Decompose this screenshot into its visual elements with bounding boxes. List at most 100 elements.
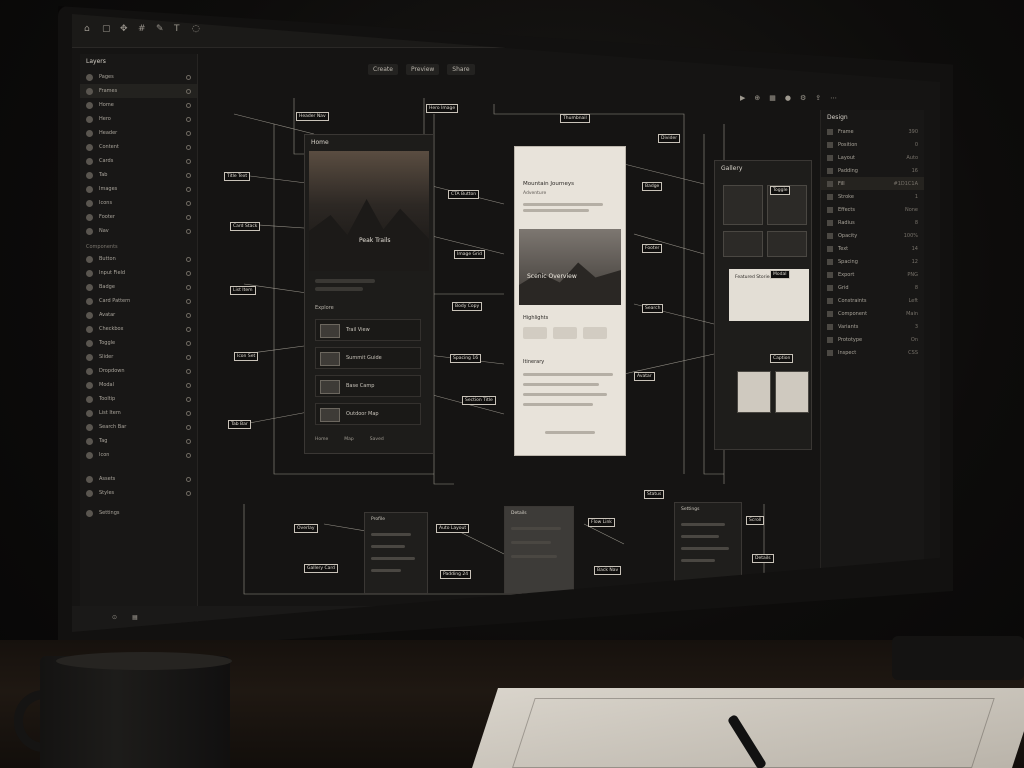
eye-icon[interactable] — [186, 354, 191, 360]
annotation[interactable]: Hero Image — [426, 104, 459, 113]
property-effects[interactable]: Effects None — [821, 203, 924, 216]
eye-icon[interactable] — [186, 200, 191, 206]
chip[interactable] — [553, 327, 577, 339]
nav-saved[interactable]: Saved — [370, 437, 384, 442]
sidebar-component-toggle[interactable]: Toggle — [80, 336, 197, 350]
property-grid[interactable]: Grid 8 — [821, 281, 924, 294]
property-padding[interactable]: Padding 16 — [821, 164, 924, 177]
property-value[interactable]: 3 — [915, 324, 918, 330]
eye-icon[interactable] — [186, 382, 191, 388]
sidebar-asset-assets[interactable]: Assets — [80, 472, 197, 486]
eye-icon[interactable] — [186, 452, 191, 458]
grid-toggle-icon[interactable]: ▦ — [132, 614, 138, 621]
annotation[interactable]: Body Copy — [452, 302, 483, 311]
sidebar-component-modal[interactable]: Modal — [80, 378, 197, 392]
text-tool-icon[interactable]: T — [174, 24, 184, 34]
eye-icon[interactable] — [186, 312, 191, 318]
list-item[interactable]: Outdoor Map — [315, 403, 421, 425]
sidebar-item-home[interactable]: Home — [80, 98, 197, 112]
frame-tool-icon[interactable]: # — [138, 24, 148, 34]
comment-icon[interactable]: ◌ — [192, 24, 202, 34]
property-stroke[interactable]: Stroke 1 — [821, 190, 924, 203]
gallery-tile[interactable] — [723, 231, 763, 257]
annotation[interactable]: Spacing 16 — [450, 354, 482, 363]
mini-frame-settings[interactable]: Settings — [674, 502, 742, 586]
annotation[interactable]: Avatar — [634, 372, 655, 381]
frame-gallery[interactable]: Gallery Featured Stories — [714, 160, 812, 450]
chip[interactable] — [583, 327, 607, 339]
sidebar-settings[interactable]: Settings — [80, 506, 197, 520]
property-component[interactable]: Component Main — [821, 307, 924, 320]
sidebar-item-header[interactable]: Header — [80, 126, 197, 140]
file-icon[interactable]: ▢ — [102, 24, 112, 34]
gallery-photo[interactable] — [737, 371, 771, 413]
sidebar-component-slider[interactable]: Slider — [80, 350, 197, 364]
eye-icon[interactable] — [186, 270, 191, 276]
annotation[interactable]: Search — [642, 304, 664, 313]
annotation[interactable]: Thumbnail — [560, 114, 590, 123]
property-layout[interactable]: Layout Auto — [821, 151, 924, 164]
annotation[interactable]: Badge — [642, 182, 663, 191]
share-icon[interactable]: ⇪ — [815, 94, 821, 102]
annotation[interactable]: Scroll — [746, 516, 765, 525]
annotation[interactable]: CTA Button — [448, 190, 480, 199]
property-spacing[interactable]: Spacing 12 — [821, 255, 924, 268]
sidebar-asset-styles[interactable]: Styles — [80, 486, 197, 500]
nav-map[interactable]: Map — [344, 437, 354, 442]
sidebar-component-button[interactable]: Button — [80, 252, 197, 266]
property-value[interactable]: 8 — [915, 220, 918, 226]
annotation[interactable]: Icon Set — [234, 352, 259, 361]
eye-icon[interactable] — [186, 256, 191, 262]
button-placeholder[interactable] — [545, 431, 595, 434]
property-value[interactable]: 100% — [904, 233, 918, 239]
zoom-indicator-icon[interactable]: ⊙ — [112, 614, 117, 621]
eye-icon[interactable] — [186, 228, 191, 234]
eye-icon[interactable] — [186, 410, 191, 416]
annotation[interactable]: Footer — [642, 244, 663, 253]
eye-icon[interactable] — [186, 214, 191, 220]
list-item[interactable]: Base Camp — [315, 375, 421, 397]
design-canvas[interactable]: Home Peak Trails Explore Trail View Summ… — [204, 54, 814, 614]
annotation[interactable]: Tab Bar — [228, 420, 251, 429]
annotation[interactable]: Modal — [770, 270, 790, 279]
annotation[interactable]: List Item — [230, 286, 256, 295]
annotation[interactable]: Auto Layout — [436, 524, 470, 533]
home-icon[interactable]: ⌂ — [84, 24, 94, 34]
sidebar-item-images[interactable]: Images — [80, 182, 197, 196]
pen-tool-icon[interactable]: ✎ — [156, 24, 166, 34]
eye-icon[interactable] — [186, 74, 191, 80]
annotation[interactable]: Section Title — [462, 396, 496, 405]
eye-icon[interactable] — [186, 172, 191, 178]
sidebar-item-frames[interactable]: Frames — [80, 84, 197, 98]
annotation[interactable]: Card Stack — [230, 222, 261, 231]
eye-icon[interactable] — [186, 326, 191, 332]
sidebar-item-pages[interactable]: Pages — [80, 70, 197, 84]
sidebar-component-card-pattern[interactable]: Card Pattern — [80, 294, 197, 308]
property-prototype[interactable]: Prototype On — [821, 333, 924, 346]
property-text[interactable]: Text 14 — [821, 242, 924, 255]
eye-icon[interactable] — [186, 298, 191, 304]
sidebar-item-tab[interactable]: Tab — [80, 168, 197, 182]
annotation[interactable]: Gallery Card — [304, 564, 338, 573]
sidebar-item-cards[interactable]: Cards — [80, 154, 197, 168]
sidebar-component-checkbox[interactable]: Checkbox — [80, 322, 197, 336]
gallery-tile[interactable] — [723, 185, 763, 225]
eye-icon[interactable] — [186, 340, 191, 346]
eye-icon[interactable] — [186, 368, 191, 374]
property-inspect[interactable]: Inspect CSS — [821, 346, 924, 359]
property-value[interactable]: CSS — [908, 350, 918, 356]
eye-icon[interactable] — [186, 284, 191, 290]
gallery-photo[interactable] — [775, 371, 809, 413]
sidebar-item-nav[interactable]: Nav — [80, 224, 197, 238]
sidebar-component-list-item[interactable]: List Item — [80, 406, 197, 420]
annotation[interactable]: Divider — [658, 134, 681, 143]
property-value[interactable]: 12 — [912, 259, 918, 265]
eye-icon[interactable] — [186, 116, 191, 122]
property-value[interactable]: Left — [909, 298, 918, 304]
property-radius[interactable]: Radius 8 — [821, 216, 924, 229]
property-export[interactable]: Export PNG — [821, 268, 924, 281]
property-value[interactable]: Main — [906, 311, 918, 317]
sidebar-item-hero[interactable]: Hero — [80, 112, 197, 126]
property-value[interactable]: PNG — [907, 272, 918, 278]
list-item[interactable]: Trail View — [315, 319, 421, 341]
